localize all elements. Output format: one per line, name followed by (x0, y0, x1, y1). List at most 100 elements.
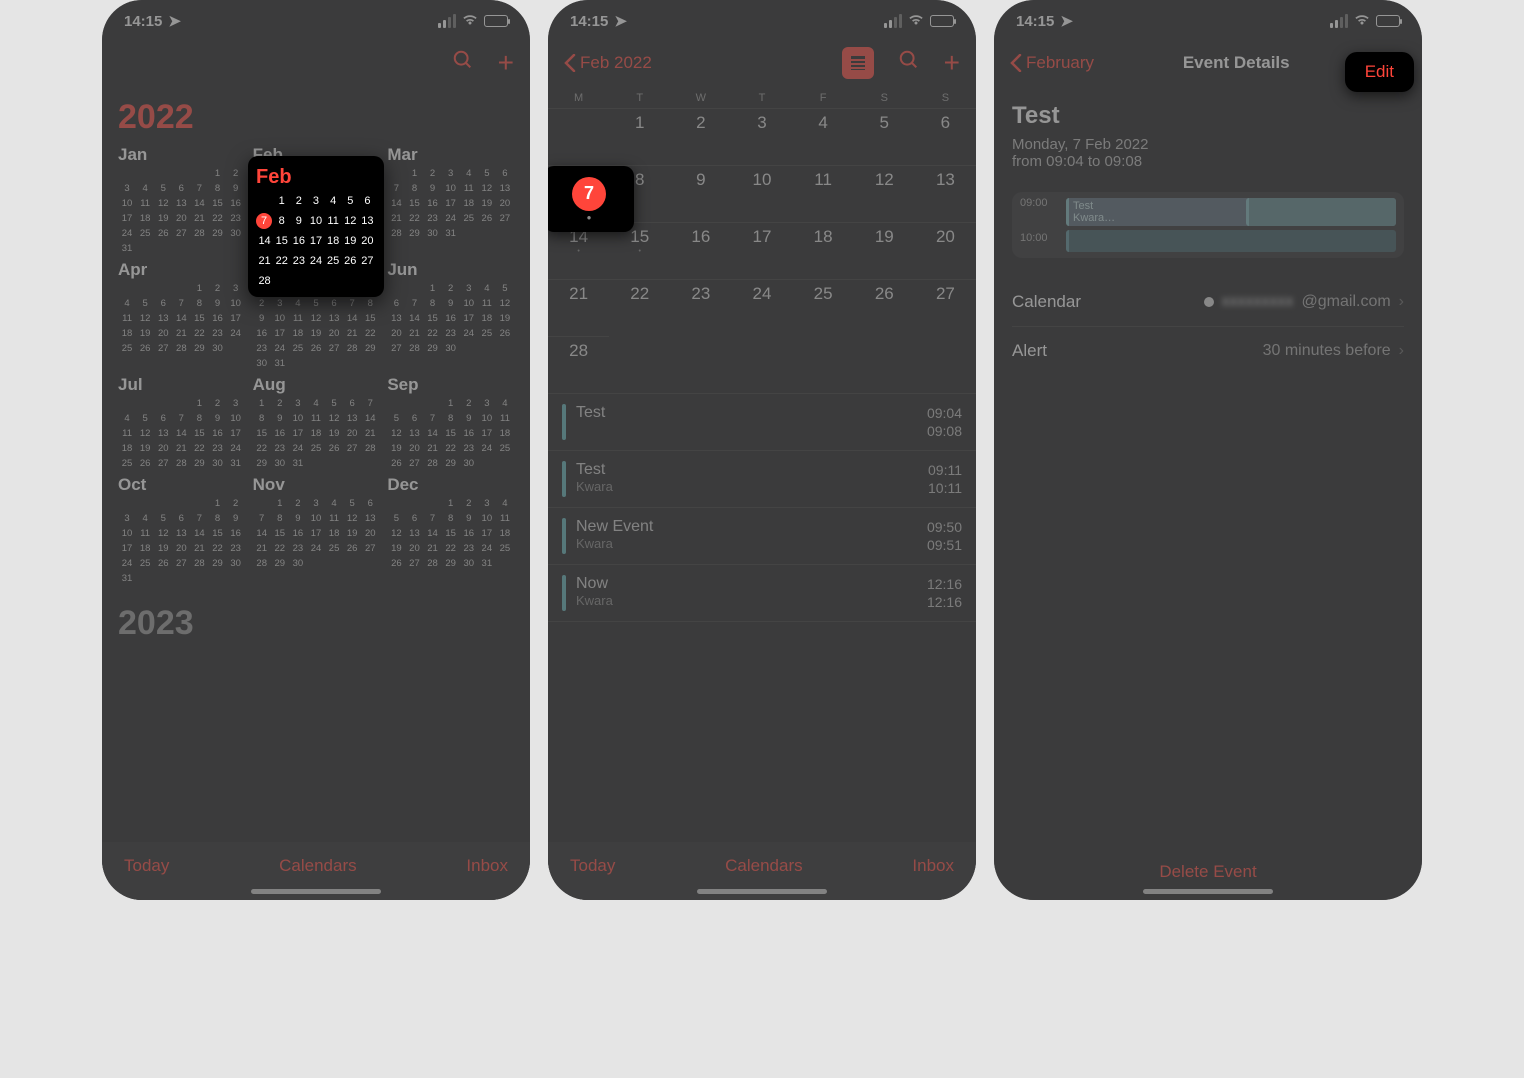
back-button[interactable]: February (1010, 53, 1094, 73)
day-cell-25[interactable]: 25 (793, 279, 854, 336)
day-cell-23[interactable]: 23 (670, 279, 731, 336)
day-cell-9[interactable]: 9 (670, 165, 731, 222)
day-cell-11[interactable]: 11 (793, 165, 854, 222)
highlight-day-16[interactable]: 16 (290, 233, 307, 249)
mini-month-dec[interactable]: Dec 123456789101112131415161718192021222… (387, 475, 514, 586)
event-row[interactable]: Test09:0409:08 (548, 394, 976, 451)
day-cell-28[interactable]: 28 (548, 336, 609, 393)
event-title: Test (1012, 102, 1404, 130)
day-cell-19[interactable]: 19 (854, 222, 915, 279)
day-cell-27[interactable]: 27 (915, 279, 976, 336)
highlight-day-23[interactable]: 23 (290, 253, 307, 269)
highlight-day-4[interactable]: 4 (325, 193, 342, 209)
mini-month-jan[interactable]: Jan 123456789101112131415161718192021222… (118, 145, 245, 256)
event-row[interactable]: TestKwara09:1110:11 (548, 451, 976, 508)
day-cell-17[interactable]: 17 (731, 222, 792, 279)
mini-month-days: 1234567891011121314151617181920212223242… (118, 167, 245, 256)
highlight-day-9[interactable]: 9 (290, 213, 307, 229)
day-cell-4[interactable]: 4 (793, 108, 854, 165)
highlight-day-20[interactable]: 20 (359, 233, 376, 249)
day-cell-1[interactable]: 1 (609, 108, 670, 165)
mini-month-oct[interactable]: Oct 123456789101112131415161718192021222… (118, 475, 245, 586)
tab-inbox[interactable]: Inbox (912, 856, 954, 876)
home-indicator[interactable] (1143, 889, 1273, 894)
highlight-day-19[interactable]: 19 (342, 233, 359, 249)
event-title: Test (576, 404, 927, 422)
home-indicator[interactable] (697, 889, 827, 894)
highlight-day-3[interactable]: 3 (307, 193, 324, 209)
day-cell-18[interactable]: 18 (793, 222, 854, 279)
highlight-day-26[interactable]: 26 (342, 253, 359, 269)
highlight-day-5[interactable]: 5 (342, 193, 359, 209)
highlight-day-22[interactable]: 22 (273, 253, 290, 269)
add-icon[interactable]: + (498, 47, 514, 79)
list-toggle-icon[interactable] (842, 47, 874, 79)
day-cell-5[interactable]: 5 (854, 108, 915, 165)
day-cell-13[interactable]: 13 (915, 165, 976, 222)
timeline-preview[interactable]: 09:00 10:00 TestKwara… (1012, 192, 1404, 258)
highlight-day-11[interactable]: 11 (325, 213, 342, 229)
highlight-day-12[interactable]: 12 (342, 213, 359, 229)
day-cell-24[interactable]: 24 (731, 279, 792, 336)
mini-month-name: Jan (118, 145, 245, 165)
screen-month-view: 14:15 ➤ Feb 2022 + MTWTFSS 1234567•89101… (548, 0, 976, 900)
highlight-day-21[interactable]: 21 (256, 253, 273, 269)
tab-today[interactable]: Today (570, 856, 615, 876)
day-cell-12[interactable]: 12 (854, 165, 915, 222)
highlight-day-8[interactable]: 8 (273, 213, 290, 229)
day-cell-16[interactable]: 16 (670, 222, 731, 279)
mini-month-nov[interactable]: Nov 123456789101112131415161718192021222… (253, 475, 380, 586)
day-cell-22[interactable]: 22 (609, 279, 670, 336)
setting-alert[interactable]: Alert 30 minutes before › (1012, 327, 1404, 375)
highlight-day-2[interactable]: 2 (290, 193, 307, 209)
day-cell-20[interactable]: 20 (915, 222, 976, 279)
highlight-day-27[interactable]: 27 (359, 253, 376, 269)
highlight-day-18[interactable]: 18 (325, 233, 342, 249)
day-cell-3[interactable]: 3 (731, 108, 792, 165)
highlight-day-14[interactable]: 14 (256, 233, 273, 249)
month-highlight-feb[interactable]: Feb 123456789101112131415161718192021222… (248, 156, 384, 297)
highlight-day-25[interactable]: 25 (325, 253, 342, 269)
highlight-day-1[interactable]: 1 (273, 193, 290, 209)
selected-day-highlight[interactable]: 7 ● (548, 166, 634, 232)
tab-calendars[interactable]: Calendars (279, 856, 357, 876)
highlight-day-17[interactable]: 17 (307, 233, 324, 249)
highlight-day-13[interactable]: 13 (359, 213, 376, 229)
highlight-day-6[interactable]: 6 (359, 193, 376, 209)
highlight-day-28[interactable]: 28 (256, 273, 273, 289)
day-cell-6[interactable]: 6 (915, 108, 976, 165)
weekday-label: W (670, 92, 731, 104)
mini-month-jun[interactable]: Jun 123456789101112131415161718192021222… (387, 260, 514, 371)
day-cell-2[interactable]: 2 (670, 108, 731, 165)
tab-calendars[interactable]: Calendars (725, 856, 803, 876)
search-icon[interactable] (898, 49, 920, 77)
tab-today[interactable]: Today (124, 856, 169, 876)
month-grid[interactable]: 1234567•891011121314•15•1617181920212223… (548, 108, 976, 393)
mini-month-apr[interactable]: Apr 123456789101112131415161718192021222… (118, 260, 245, 371)
day-cell-21[interactable]: 21 (548, 279, 609, 336)
mini-month-days: 1234567891011121314151617181920212223242… (253, 497, 380, 571)
setting-calendar-label: Calendar (1012, 292, 1081, 312)
setting-calendar[interactable]: Calendar xxxxxxxxx @gmail.com › (1012, 278, 1404, 327)
event-row[interactable]: NowKwara12:1612:16 (548, 565, 976, 622)
day-cell-26[interactable]: 26 (854, 279, 915, 336)
search-icon[interactable] (452, 49, 474, 77)
add-icon[interactable]: + (944, 47, 960, 79)
mini-month-aug[interactable]: Aug1234567891011121314151617181920212223… (253, 375, 380, 471)
home-indicator[interactable] (251, 889, 381, 894)
highlight-day-24[interactable]: 24 (307, 253, 324, 269)
wifi-icon (1354, 13, 1370, 29)
event-times: 09:0409:08 (927, 404, 962, 440)
highlight-day-7[interactable]: 7 (256, 213, 272, 229)
highlight-day-15[interactable]: 15 (273, 233, 290, 249)
mini-month-sep[interactable]: Sep 123456789101112131415161718192021222… (387, 375, 514, 471)
day-cell-10[interactable]: 10 (731, 165, 792, 222)
mini-month-jul[interactable]: Jul 123456789101112131415161718192021222… (118, 375, 245, 471)
edit-button[interactable]: Edit (1345, 52, 1414, 92)
back-button[interactable]: Feb 2022 (564, 53, 652, 73)
highlight-day-10[interactable]: 10 (307, 213, 324, 229)
tab-inbox[interactable]: Inbox (466, 856, 508, 876)
mini-month-mar[interactable]: Mar 123456789101112131415161718192021222… (387, 145, 514, 256)
event-row[interactable]: New EventKwara09:5009:51 (548, 508, 976, 565)
signal-icon (884, 14, 902, 28)
